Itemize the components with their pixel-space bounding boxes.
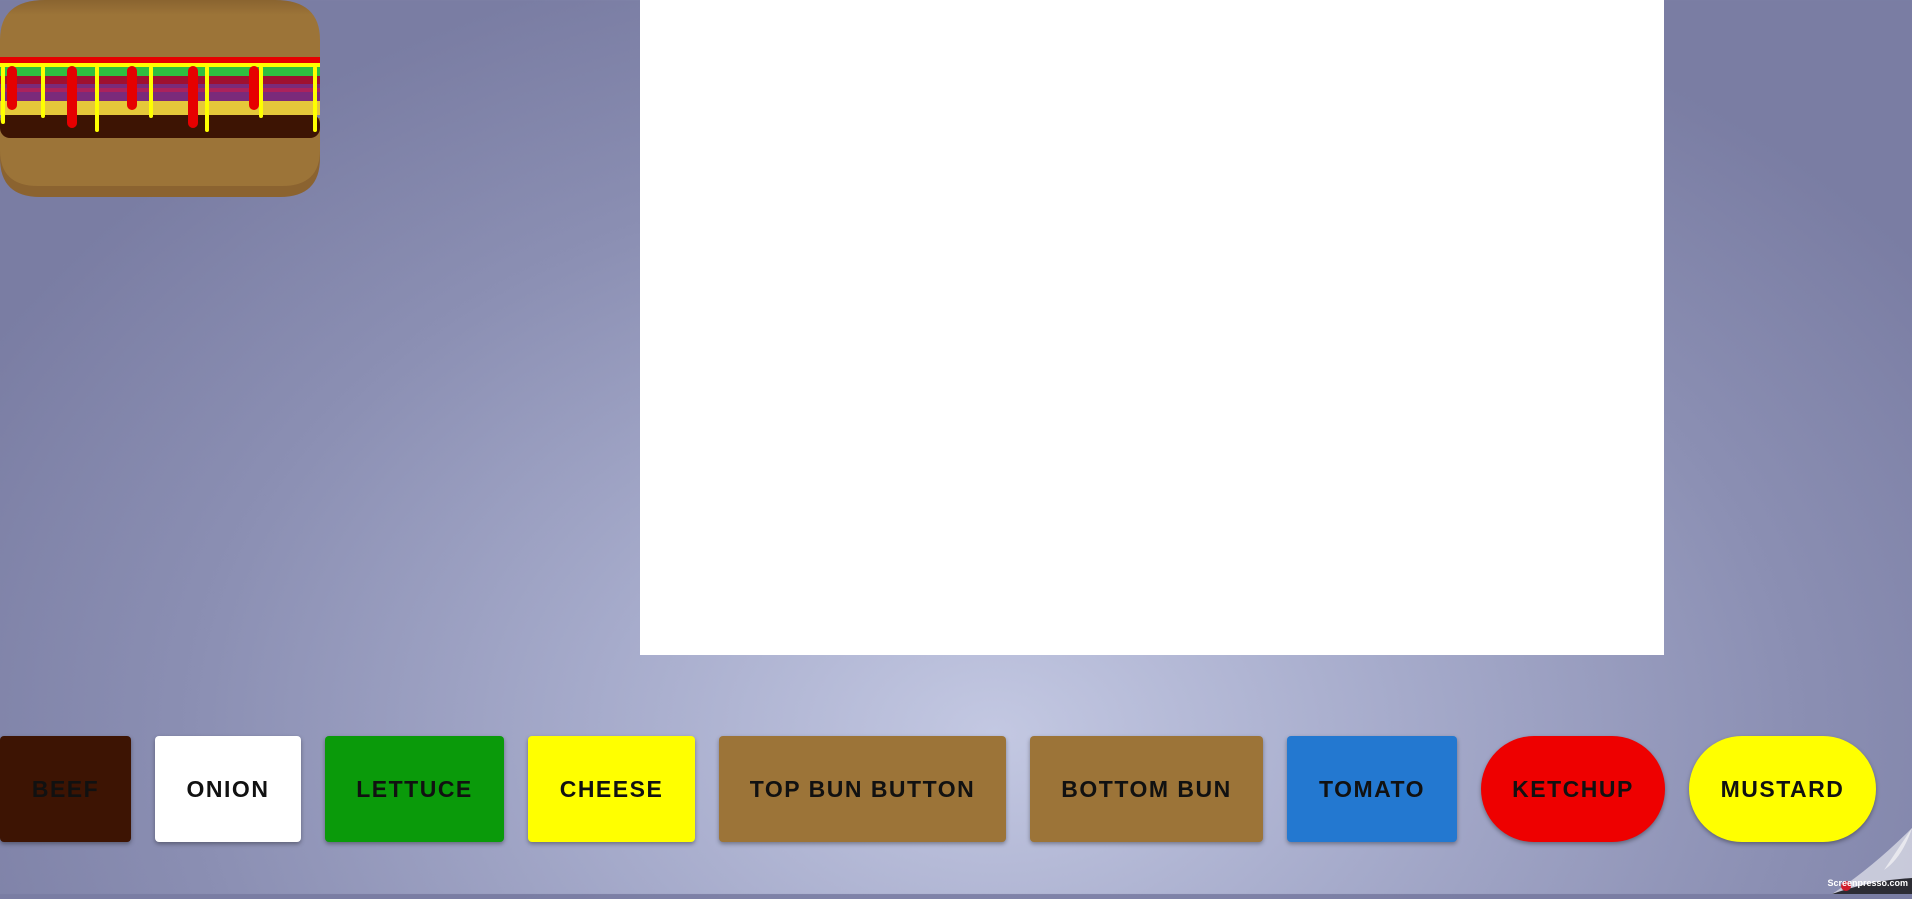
burger-preview (0, 0, 320, 197)
onion-button[interactable]: ONION (155, 736, 301, 842)
tomato-layer (0, 84, 320, 101)
lettuce-button[interactable]: LETTUCE (325, 736, 504, 842)
onion-layer (0, 76, 320, 84)
patty (0, 114, 320, 138)
watermark-text: Screenpresso.com (1827, 878, 1908, 888)
ketchup-button[interactable]: KETCHUP (1481, 736, 1665, 842)
cheese-layer (0, 101, 320, 115)
cheese-button[interactable]: CHEESE (528, 736, 695, 842)
ingredient-toolbar: BEEF ONION LETTUCE CHEESE TOP BUN BUTTON… (0, 736, 1912, 842)
ketchup-line (0, 57, 320, 63)
lettuce-layer (0, 67, 320, 76)
beef-button[interactable]: BEEF (0, 736, 131, 842)
drawing-canvas[interactable] (640, 0, 1664, 655)
top-bun (0, 0, 320, 60)
mustard-button[interactable]: MUSTARD (1689, 736, 1876, 842)
bottom-bun-button[interactable]: BOTTOM BUN (1030, 736, 1263, 842)
mustard-line (0, 63, 320, 67)
tomato-button[interactable]: TOMATO (1287, 736, 1457, 842)
top-bun-button[interactable]: TOP BUN BUTTON (719, 736, 1006, 842)
watermark: Screenpresso.com (1812, 828, 1912, 894)
